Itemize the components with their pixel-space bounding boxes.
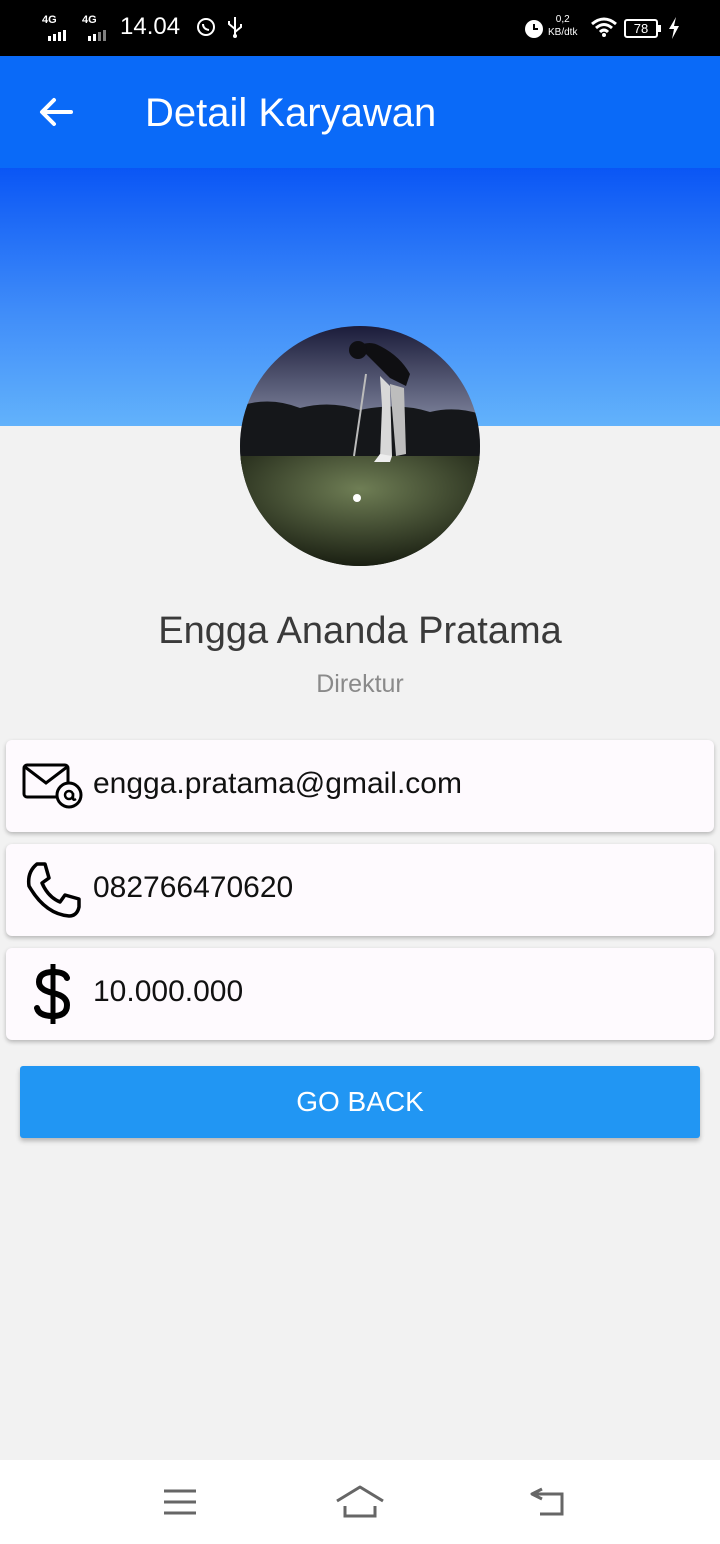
salary-value: 10.000.000 (93, 975, 244, 1008)
signal-icon: 4G (82, 14, 106, 41)
home-icon (336, 1485, 384, 1518)
battery-indicator: 78 (624, 19, 661, 38)
dollar-icon (20, 962, 86, 1026)
app-bar: Detail Karyawan (0, 56, 720, 168)
phone-card: 082766470620 (6, 844, 714, 936)
usb-icon (228, 17, 242, 38)
network-type-1: 4G (42, 14, 57, 26)
email-card: engga.pratama@gmail.com (6, 740, 714, 832)
alarm-icon (525, 20, 543, 38)
avatar (240, 326, 480, 566)
status-time: 14.04 (120, 13, 181, 40)
back-button[interactable] (26, 82, 86, 142)
employee-name: Engga Ananda Pratama (158, 610, 562, 652)
menu-button[interactable] (150, 1478, 210, 1526)
network-speed: 0,2 KB/dtk (548, 13, 577, 39)
return-icon (530, 1487, 564, 1516)
system-nav-bar (0, 1460, 720, 1544)
whatsapp-icon (197, 18, 215, 36)
menu-icon (164, 1489, 196, 1515)
speed-value: 0,2 (555, 14, 570, 25)
employee-role: Direktur (316, 670, 404, 698)
arrow-left-icon (40, 98, 73, 126)
email-value: engga.pratama@gmail.com (93, 767, 462, 800)
network-type-2: 4G (82, 14, 97, 26)
page-title: Detail Karyawan (145, 91, 437, 135)
status-bar: 4G 4G 14.04 0,2 KB/dtk 78 (0, 0, 720, 56)
go-back-button[interactable]: GO BACK (20, 1066, 700, 1138)
phone-icon (20, 858, 86, 922)
signal-icon: 4G (42, 14, 66, 41)
speed-unit: KB/dtk (548, 27, 578, 38)
home-button[interactable] (330, 1478, 390, 1526)
wifi-icon (591, 17, 617, 37)
phone-value: 082766470620 (93, 871, 294, 904)
salary-card: 10.000.000 (6, 948, 714, 1040)
back-nav-button[interactable] (518, 1478, 578, 1526)
avatar-image (240, 326, 480, 566)
charging-icon (669, 17, 679, 39)
email-icon (20, 754, 86, 818)
